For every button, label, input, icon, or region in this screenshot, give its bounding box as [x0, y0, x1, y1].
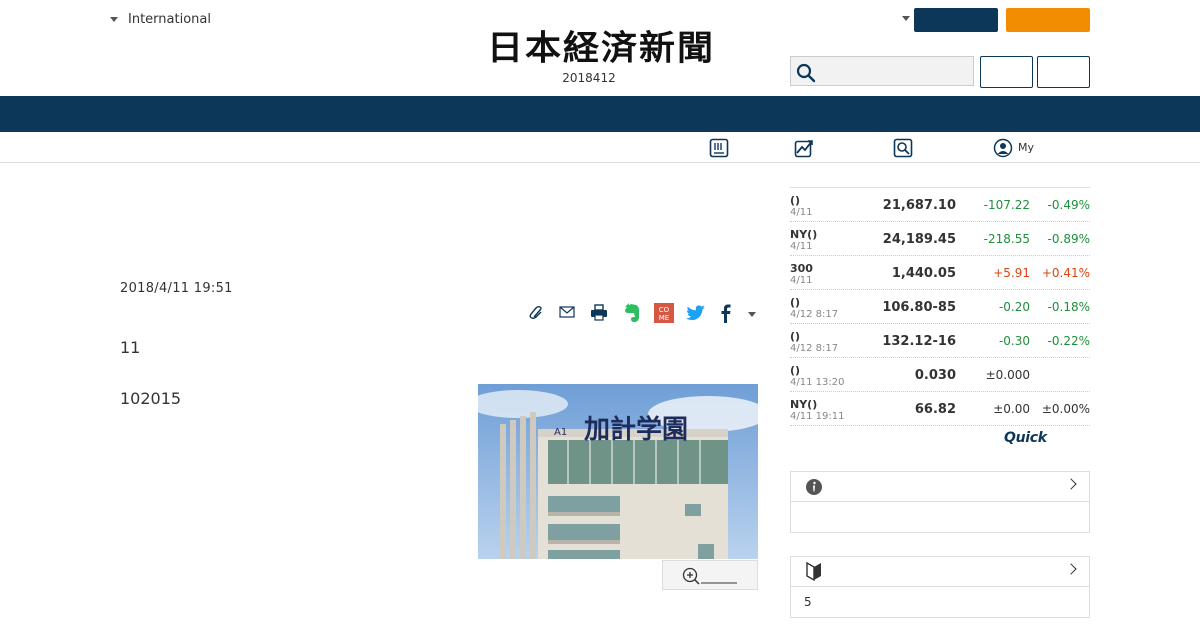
market-change-percent: -0.49% [1047, 198, 1090, 212]
info-box-body [791, 502, 1089, 532]
beginner-box: 5 [790, 556, 1090, 618]
market-change: -0.20 [998, 300, 1030, 314]
market-date: 4/11 [790, 275, 813, 286]
header-date: 2018412 [562, 71, 616, 85]
photo-zoom-button[interactable] [662, 560, 758, 590]
info-icon [806, 479, 822, 495]
market-row[interactable]: 300 4/11 1,440.05 +5.91 +0.41% [790, 256, 1090, 290]
market-date: 4/11 [790, 207, 813, 218]
photo-sign-small: A1 [554, 427, 567, 438]
search-icon [796, 63, 816, 83]
market-name[interactable]: NY() [790, 228, 817, 241]
market-date: 4/11 13:20 [790, 377, 845, 388]
article-paragraph-2: 102015 [120, 389, 182, 408]
info-box [790, 471, 1090, 533]
market-name[interactable]: () [790, 330, 800, 343]
login-button[interactable] [914, 8, 998, 32]
market-change: ±0.00 [993, 402, 1030, 416]
market-change-percent: -0.22% [1047, 334, 1090, 348]
search-input[interactable] [790, 56, 974, 86]
market-value: 21,687.10 [882, 198, 956, 213]
photo-sign-text: 加計学園 [584, 414, 688, 445]
market-row[interactable]: NY() 4/11 24,189.45 -218.55 -0.89% [790, 222, 1090, 256]
chevron-right-icon [1065, 478, 1077, 490]
market-change-percent: -0.89% [1047, 232, 1090, 246]
region-label: International [128, 12, 211, 27]
article-date: 2018/4/11 19:51 [120, 281, 233, 296]
beginner-box-body: 5 [804, 595, 812, 609]
header-button-1[interactable] [980, 56, 1033, 88]
caret-down-icon[interactable] [902, 16, 910, 21]
article-photo[interactable]: A1 加計学園 [478, 384, 758, 559]
nikkei-logo[interactable]: 日本経済新聞 [452, 29, 750, 67]
article-paragraph-1: 11 [120, 338, 141, 357]
come-icon[interactable]: CO ME [653, 302, 675, 324]
info-box-header[interactable] [791, 472, 1089, 502]
user-account-icon[interactable] [993, 138, 1013, 158]
search-news-icon[interactable] [893, 138, 913, 158]
svg-text:CO: CO [659, 306, 670, 314]
main-navigation-bar [0, 96, 1200, 132]
zoom-in-icon [682, 567, 737, 585]
beginner-mark-icon [806, 561, 821, 581]
market-change-percent: +0.41% [1041, 266, 1090, 280]
market-change: -0.30 [998, 334, 1030, 348]
header-button-2[interactable] [1037, 56, 1090, 88]
market-change: +5.91 [993, 266, 1030, 280]
region-selector[interactable]: International [110, 12, 211, 27]
more-share-caret-icon[interactable] [748, 312, 756, 317]
market-value: 1,440.05 [891, 266, 956, 281]
market-date: 4/12 8:17 [790, 309, 839, 320]
market-value: 0.030 [914, 368, 956, 383]
market-change: ±0.000 [985, 368, 1030, 382]
quick-logo[interactable]: Quick [1004, 430, 1047, 446]
market-row[interactable]: () 4/11 21,687.10 -107.22 -0.49% [790, 188, 1090, 222]
market-data-table: () 4/11 21,687.10 -107.22 -0.49% NY() 4/11 24,1… [790, 187, 1090, 426]
evernote-icon[interactable] [622, 302, 642, 324]
chevron-right-icon [1065, 563, 1077, 575]
market-row[interactable]: NY() 4/11 19:11 66.82 ±0.00 ±0.00% [790, 392, 1090, 426]
mail-icon[interactable] [558, 302, 576, 324]
market-change-percent: -0.18% [1047, 300, 1090, 314]
clip-icon[interactable] [528, 302, 546, 324]
market-change-percent: ±0.00% [1041, 402, 1090, 416]
caret-down-icon [110, 17, 118, 22]
market-chart-icon[interactable] [794, 138, 814, 158]
my-page-label[interactable]: My [1018, 141, 1034, 154]
market-row[interactable]: () 4/12 8:17 132.12-16 -0.30 -0.22% [790, 324, 1090, 358]
facebook-icon[interactable] [717, 302, 735, 324]
market-date: 4/11 19:11 [790, 411, 845, 422]
market-row[interactable]: () 4/12 8:17 106.80-85 -0.20 -0.18% [790, 290, 1090, 324]
market-name[interactable]: () [790, 296, 800, 309]
market-date: 4/12 8:17 [790, 343, 839, 354]
market-name[interactable]: NY() [790, 398, 817, 411]
market-value: 106.80-85 [882, 300, 956, 315]
beginner-box-header[interactable] [791, 557, 1089, 587]
print-icon[interactable] [589, 302, 609, 324]
market-value: 24,189.45 [882, 232, 956, 247]
market-value: 132.12-16 [882, 334, 956, 349]
market-row[interactable]: () 4/11 13:20 0.030 ±0.000 [790, 358, 1090, 392]
newspaper-viewer-icon[interactable] [709, 138, 729, 158]
market-date: 4/11 [790, 241, 813, 252]
market-name[interactable]: () [790, 364, 800, 377]
twitter-icon[interactable] [685, 302, 707, 324]
market-value: 66.82 [914, 402, 956, 417]
subscribe-button[interactable] [1006, 8, 1090, 32]
market-name[interactable]: 300 [790, 262, 813, 275]
svg-text:ME: ME [659, 314, 669, 322]
market-name[interactable]: () [790, 194, 800, 207]
market-change: -107.22 [983, 198, 1030, 212]
market-change: -218.55 [983, 232, 1030, 246]
